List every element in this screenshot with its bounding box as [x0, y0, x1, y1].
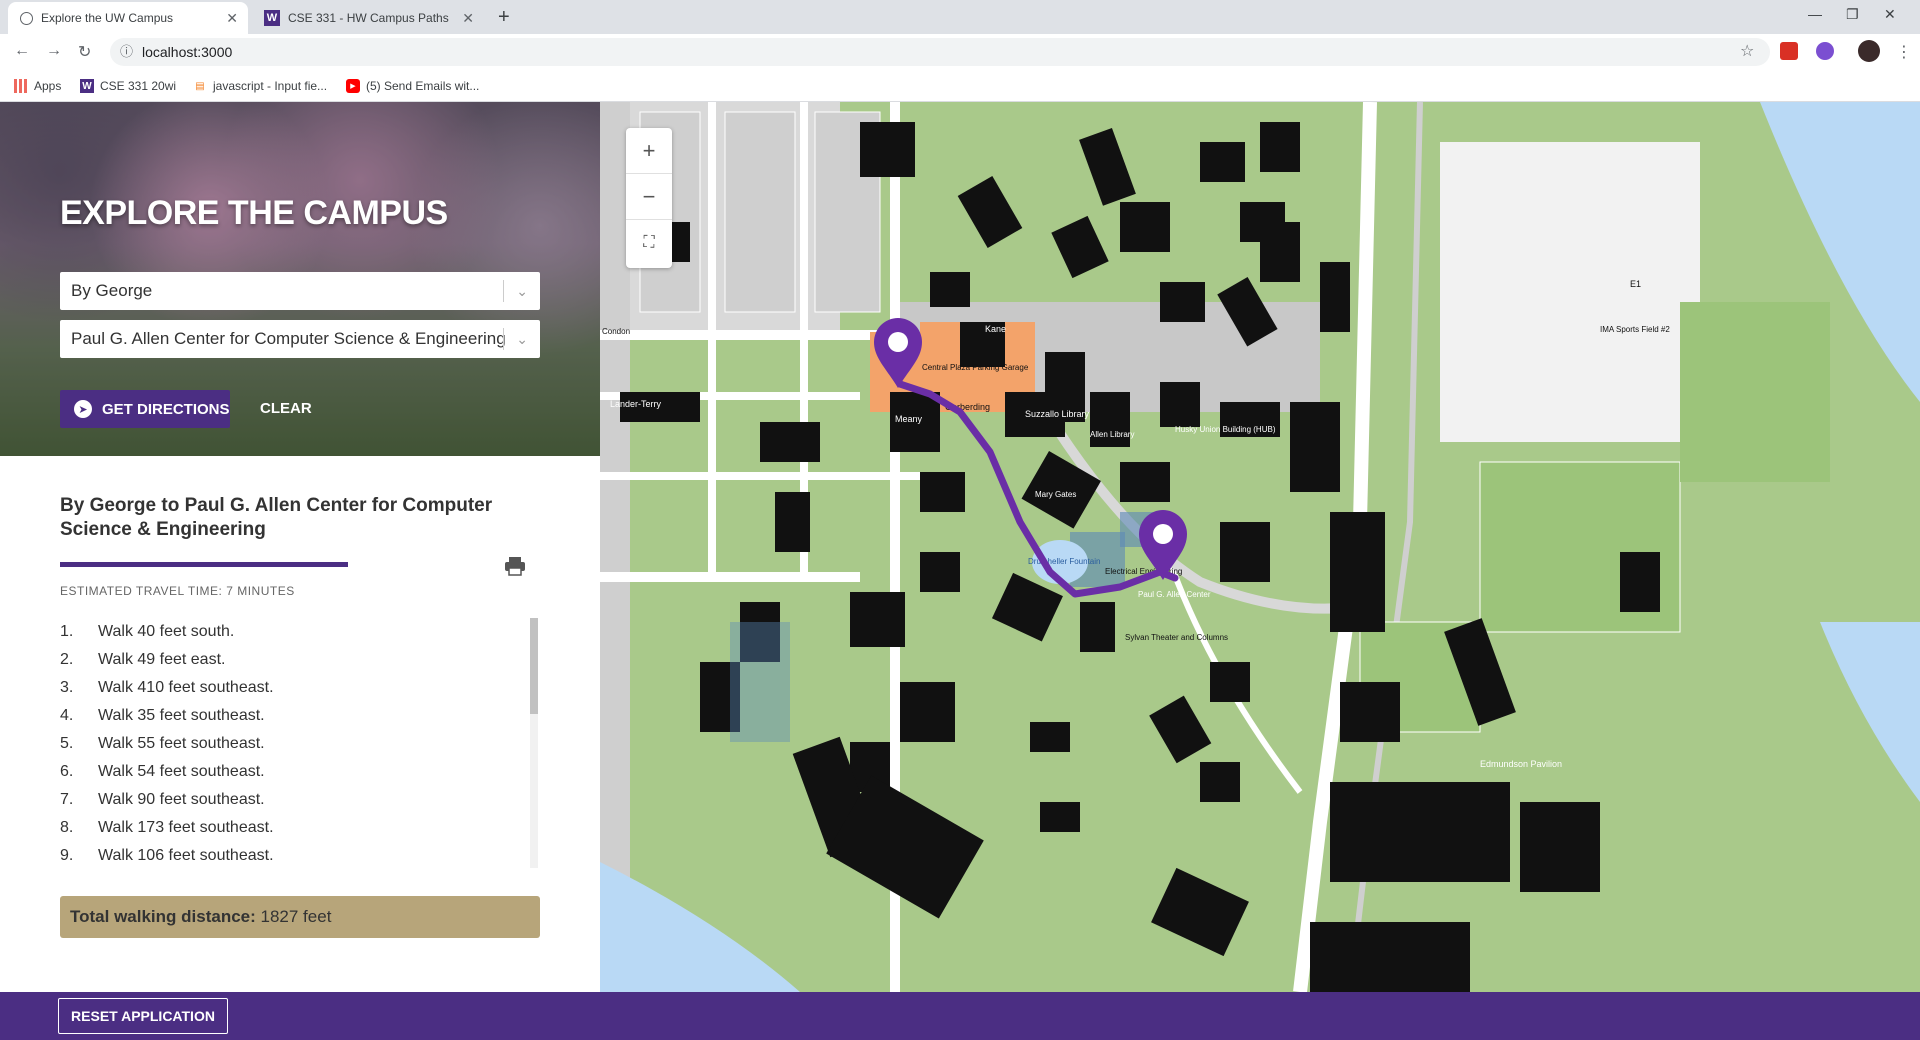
map-label-condon: Condon	[602, 327, 630, 336]
total-distance-value: 1827 feet	[260, 907, 332, 926]
direction-step: 8. Walk 173 feet southeast.	[60, 819, 274, 836]
map-label-allen-library: Allen Library	[1090, 430, 1134, 439]
select-divider	[503, 280, 504, 302]
print-icon[interactable]	[504, 556, 526, 576]
bookmark-label: (5) Send Emails wit...	[366, 79, 480, 93]
get-directions-label: GET DIRECTIONS	[102, 400, 230, 418]
map-label-ima-field: IMA Sports Field #2	[1600, 325, 1670, 334]
bookmark-cse331[interactable]: W CSE 331 20wi	[80, 79, 176, 93]
clear-button[interactable]: CLEAR	[250, 390, 322, 428]
tab-explore-campus[interactable]: Explore the UW Campus ✕	[8, 2, 248, 34]
info-icon[interactable]: ⓘ	[120, 38, 133, 66]
end-building-select[interactable]: Paul G. Allen Center for Computer Scienc…	[60, 320, 540, 358]
url-text: localhost:3000	[142, 44, 233, 60]
reload-icon[interactable]: ↻	[78, 42, 91, 62]
forward-icon[interactable]: →	[46, 42, 62, 60]
chevron-down-icon[interactable]: ⌄	[516, 320, 528, 358]
direction-step: 5. Walk 55 feet southeast.	[60, 735, 265, 752]
compass-icon: ➤	[74, 400, 92, 418]
youtube-icon: ▶	[346, 79, 360, 93]
back-icon[interactable]: ←	[14, 42, 30, 60]
scrollbar-thumb[interactable]	[530, 618, 538, 714]
fullscreen-icon[interactable]: ⛶	[626, 220, 672, 266]
map-label-edmundson: Edmundson Pavilion	[1480, 759, 1562, 769]
get-directions-button[interactable]: ➤ GET DIRECTIONS	[60, 390, 230, 428]
tab-title: Explore the UW Campus	[41, 11, 174, 25]
direction-step: 4. Walk 35 feet southeast.	[60, 707, 265, 724]
select-divider	[503, 328, 504, 350]
close-tab-icon[interactable]: ✕	[462, 10, 474, 27]
minimize-icon[interactable]: —	[1808, 6, 1822, 22]
direction-step: 2. Walk 49 feet east.	[60, 651, 226, 668]
close-window-icon[interactable]: ✕	[1884, 6, 1896, 23]
browser-toolbar: ← → ↻ ⓘ localhost:3000 ☆ ⋮	[0, 34, 1920, 70]
page-title: EXPLORE THE CAMPUS	[60, 194, 448, 232]
tab-title: CSE 331 - HW Campus Paths	[288, 11, 449, 25]
avatar[interactable]	[1858, 40, 1880, 62]
more-menu-icon[interactable]: ⋮	[1896, 42, 1912, 62]
total-distance-label: Total walking distance:	[70, 907, 256, 926]
bookmark-label: javascript - Input fie...	[213, 79, 328, 93]
direction-step: 7. Walk 90 feet southeast.	[60, 791, 265, 808]
map-label-lander-terry: Lander-Terry	[610, 399, 662, 409]
route-title: By George to Paul G. Allen Center for Co…	[60, 495, 493, 540]
direction-step: 1. Walk 40 feet south.	[60, 623, 235, 640]
apps-grid-icon	[14, 79, 28, 93]
zoom-out-button[interactable]: −	[626, 174, 672, 220]
globe-icon	[20, 11, 33, 25]
browser-tabstrip: Explore the UW Campus ✕ W CSE 331 - HW C…	[0, 0, 1920, 34]
bookmark-star-icon[interactable]: ☆	[1740, 41, 1754, 61]
maximize-icon[interactable]: ❐	[1846, 6, 1859, 23]
directions-scrollbar[interactable]	[530, 618, 538, 868]
total-distance-bar: Total walking distance: 1827 feet	[60, 896, 540, 938]
bookmarks-bar: Apps W CSE 331 20wi ▤ javascript - Input…	[0, 70, 1920, 102]
bookmark-label: Apps	[34, 79, 62, 93]
address-bar[interactable]: ⓘ localhost:3000	[110, 38, 1770, 66]
new-tab-button[interactable]: +	[498, 6, 510, 29]
estimated-travel-time: ESTIMATED TRAVEL TIME: 7 MINUTES	[60, 584, 295, 598]
map-label-mary-gates: Mary Gates	[1035, 490, 1076, 499]
direction-step: 3. Walk 410 feet southeast.	[60, 679, 274, 696]
sidebar: EXPLORE THE CAMPUS By George ⌄ Paul G. A…	[0, 102, 600, 992]
map-label-kane: Kane	[985, 324, 1006, 334]
start-building-select[interactable]: By George ⌄	[60, 272, 540, 310]
app-footer: RESET APPLICATION	[0, 992, 1920, 1040]
campus-map-canvas[interactable]: Kane Central Plaza Parking Garage Suzzal…	[600, 102, 1920, 992]
extension-icon[interactable]	[1780, 42, 1798, 60]
map-label-hub: Husky Union Building (HUB)	[1175, 425, 1276, 434]
direction-step: 6. Walk 54 feet southeast.	[60, 763, 265, 780]
hero-banner: EXPLORE THE CAMPUS By George ⌄ Paul G. A…	[0, 102, 600, 456]
bookmark-label: CSE 331 20wi	[100, 79, 177, 93]
route-progress-bar	[60, 562, 348, 567]
map-label-sylvan: Sylvan Theater and Columns	[1125, 633, 1228, 642]
directions-list[interactable]: 1. Walk 40 feet south. 2. Walk 49 feet eas…	[60, 618, 530, 868]
map-label-meany: Meany	[895, 414, 923, 424]
map-zoom-control: + − ⛶	[626, 128, 672, 268]
chevron-down-icon[interactable]: ⌄	[516, 272, 528, 310]
map-label-schmitz: Schmitz	[782, 330, 815, 340]
reset-application-button[interactable]: RESET APPLICATION	[58, 998, 228, 1034]
campus-map[interactable]: Kane Central Plaza Parking Garage Suzzal…	[600, 102, 1920, 992]
map-label-e1: E1	[1630, 279, 1641, 289]
bookmark-apps[interactable]: Apps	[14, 79, 61, 93]
extension-icon[interactable]	[1816, 42, 1834, 60]
end-building-value: Paul G. Allen Center for Computer Scienc…	[71, 329, 506, 348]
directions-panel: By George to Paul G. Allen Center for Co…	[0, 456, 600, 992]
close-tab-icon[interactable]: ✕	[226, 10, 238, 27]
uw-w-icon: W	[80, 79, 94, 93]
bookmark-youtube[interactable]: ▶ (5) Send Emails wit...	[346, 79, 479, 93]
tab-cse331[interactable]: W CSE 331 - HW Campus Paths ✕	[252, 2, 484, 34]
map-label-suzzallo: Suzzallo Library	[1025, 409, 1090, 419]
zoom-in-button[interactable]: +	[626, 128, 672, 174]
map-label-paul-allen: Paul G. Allen Center	[1138, 590, 1211, 599]
map-label-central-plaza: Central Plaza Parking Garage	[922, 363, 1029, 372]
start-building-value: By George	[71, 281, 153, 300]
bookmark-stackoverflow[interactable]: ▤ javascript - Input fie...	[193, 79, 327, 93]
direction-step: 9. Walk 106 feet southeast.	[60, 847, 274, 864]
stackoverflow-icon: ▤	[195, 80, 205, 92]
uw-w-icon: W	[264, 10, 280, 26]
